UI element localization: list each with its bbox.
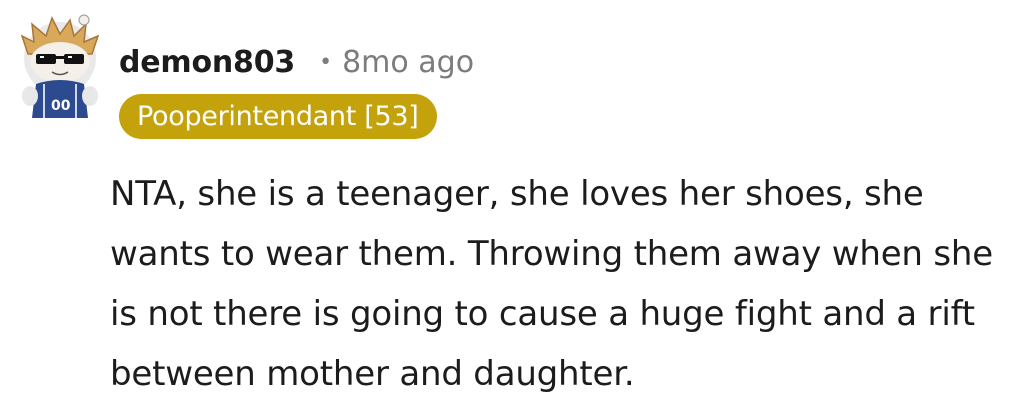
comment-header: demon803 • 8mo ago <box>119 40 474 84</box>
comment: 00 demon803 • 8mo ago Pooperintendant [5… <box>0 0 1015 411</box>
jersey-number: 00 <box>51 98 71 114</box>
comment-timestamp[interactable]: 8mo ago <box>342 45 474 80</box>
user-flair-badge[interactable]: Pooperintendant [53] <box>119 94 437 139</box>
separator-dot: • <box>319 49 333 75</box>
snoo-avatar-icon: 00 <box>20 14 100 118</box>
user-avatar[interactable]: 00 <box>14 14 106 118</box>
username-link[interactable]: demon803 <box>119 45 295 80</box>
comment-body: NTA, she is a teenager, she loves her sh… <box>110 174 993 394</box>
